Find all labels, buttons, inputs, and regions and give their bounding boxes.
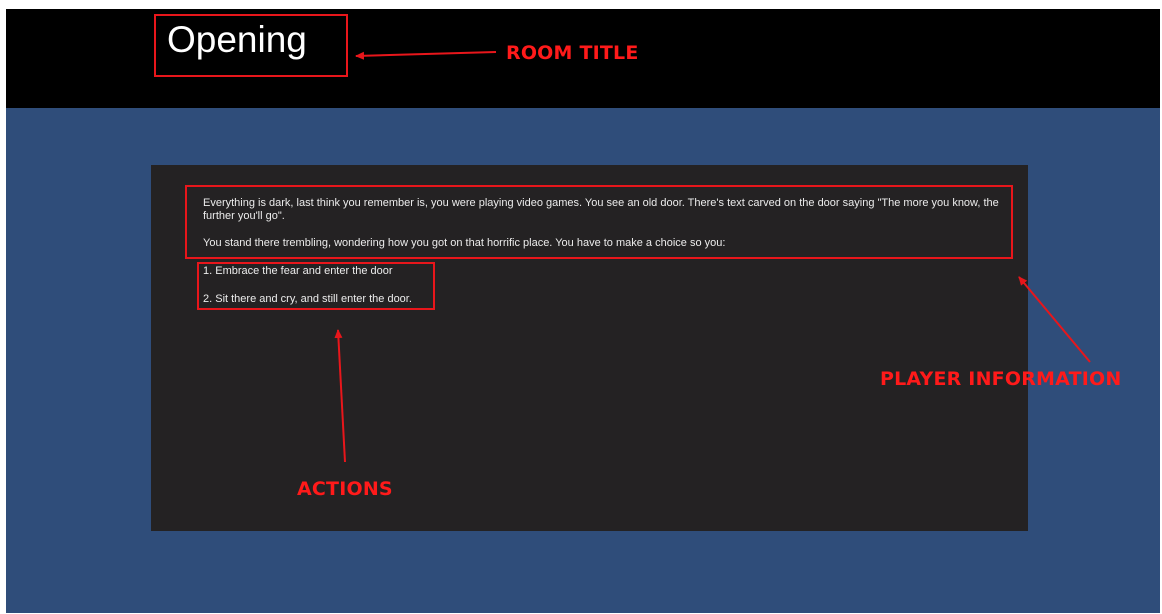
room-title-annotation: ROOM TITLE — [506, 42, 639, 64]
player-information-highlight — [185, 185, 1013, 259]
player-information-annotation: PLAYER INFORMATION — [880, 368, 1122, 390]
room-title-highlight — [154, 14, 348, 77]
actions-annotation: ACTIONS — [297, 478, 393, 500]
game-screen: Opening Everything is dark, last think y… — [6, 9, 1160, 613]
actions-highlight — [197, 262, 435, 310]
